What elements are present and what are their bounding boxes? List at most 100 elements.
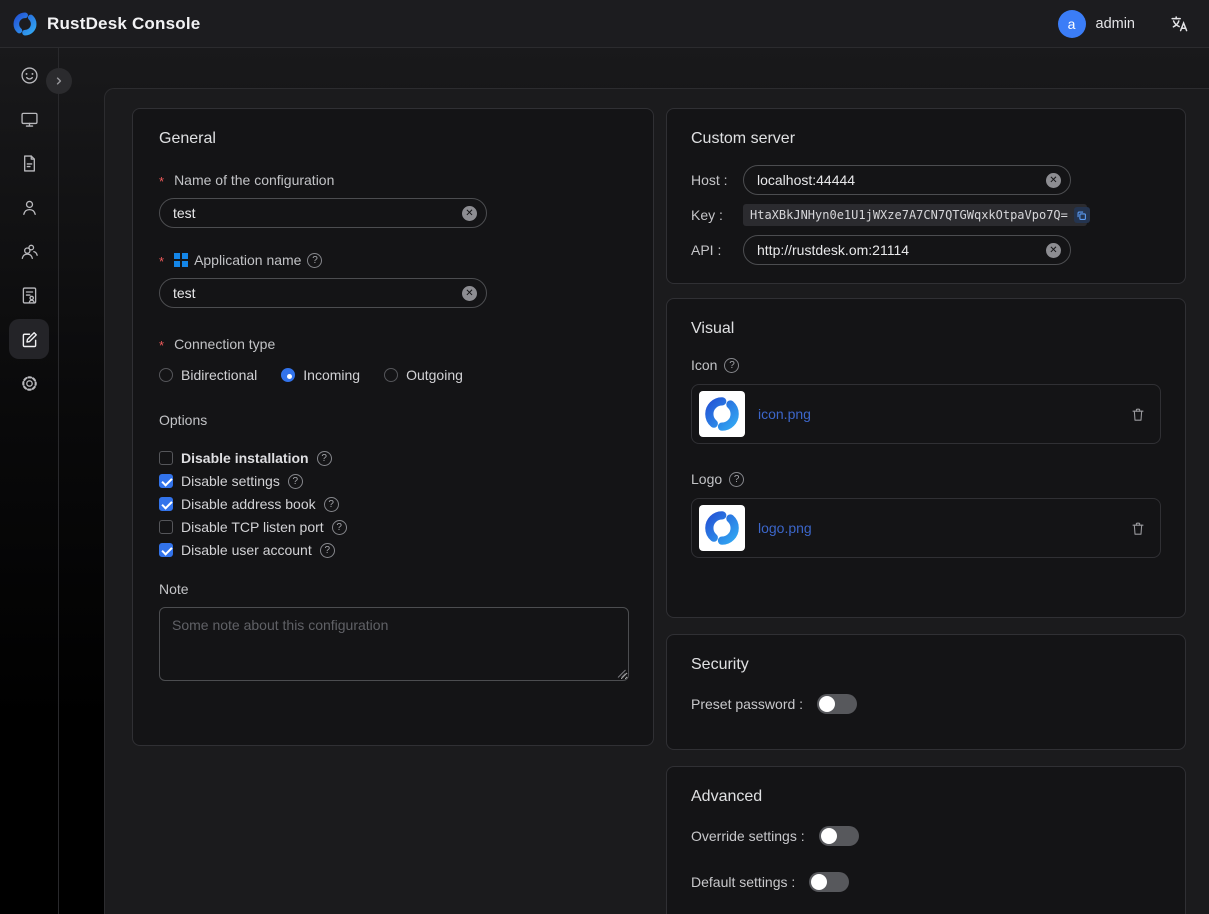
delete-icon-button[interactable]	[1130, 406, 1146, 423]
logo-filename-link[interactable]: logo.png	[758, 520, 812, 536]
advanced-title: Advanced	[691, 788, 1161, 806]
override-settings-label: Override settings :	[691, 828, 805, 844]
visual-card: Visual Icon ? icon.png	[666, 298, 1186, 618]
security-card: Security Preset password :	[666, 634, 1186, 750]
rustdesk-logo-icon	[12, 11, 38, 37]
radio-incoming[interactable]: Incoming	[281, 367, 360, 383]
help-icon[interactable]: ?	[332, 520, 347, 535]
smiley-icon	[19, 65, 40, 86]
general-card-title: General	[159, 130, 627, 148]
copy-key-button[interactable]	[1074, 207, 1090, 223]
help-icon[interactable]: ?	[724, 358, 739, 373]
radio-dot[interactable]	[384, 368, 398, 382]
content-panel: General Name of the configuration ✕ Appl…	[104, 88, 1209, 914]
connection-type-label: Connection type	[159, 336, 627, 352]
general-card: General Name of the configuration ✕ Appl…	[132, 108, 654, 746]
user-name: admin	[1096, 16, 1136, 32]
checkbox-disable-settings[interactable]: Disable settings ?	[159, 473, 627, 489]
sidebar-expand-button[interactable]	[46, 68, 72, 94]
api-input-field[interactable]	[757, 242, 1040, 258]
key-label: Key :	[691, 207, 743, 223]
clear-icon[interactable]: ✕	[462, 206, 477, 221]
sidebar-item-settings[interactable]	[9, 363, 49, 403]
advanced-card: Advanced Override settings : Default set…	[666, 766, 1186, 914]
application-name-input-field[interactable]	[173, 285, 456, 301]
icon-upload-row: icon.png	[691, 384, 1161, 444]
preset-password-toggle[interactable]	[817, 694, 857, 714]
user-menu[interactable]: a admin	[1058, 10, 1136, 38]
checkbox[interactable]	[159, 543, 173, 557]
host-input-field[interactable]	[757, 172, 1040, 188]
name-input-field[interactable]	[173, 205, 456, 221]
custom-server-card: Custom server Host : ✕ Key : HtaXBkJNHyn…	[666, 108, 1186, 284]
note-label: Note	[159, 581, 627, 597]
sidebar-item-custom-client[interactable]	[9, 319, 49, 359]
checkbox[interactable]	[159, 451, 173, 465]
checkbox-disable-user-account[interactable]: Disable user account ?	[159, 542, 627, 558]
logo-upload-row: logo.png	[691, 498, 1161, 558]
windows-logo-icon	[174, 253, 188, 267]
clear-icon[interactable]: ✕	[462, 286, 477, 301]
user-icon	[19, 197, 40, 218]
help-icon[interactable]: ?	[288, 474, 303, 489]
custom-server-title: Custom server	[691, 130, 1161, 148]
note-textarea[interactable]	[159, 607, 629, 681]
radio-bidirectional[interactable]: Bidirectional	[159, 367, 257, 383]
help-icon[interactable]: ?	[729, 472, 744, 487]
clear-icon[interactable]: ✕	[1046, 243, 1061, 258]
trash-icon	[1130, 406, 1146, 423]
delete-logo-button[interactable]	[1130, 520, 1146, 537]
api-label: API :	[691, 242, 743, 258]
checkbox[interactable]	[159, 497, 173, 511]
server-key-value: HtaXBkJNHyn0e1U1jWXze7A7CN7QTGWqxkOtpaVp…	[743, 204, 1087, 226]
default-settings-toggle[interactable]	[809, 872, 849, 892]
help-icon[interactable]: ?	[307, 253, 322, 268]
security-title: Security	[691, 656, 1161, 674]
host-input[interactable]: ✕	[743, 165, 1071, 195]
audit-document-icon	[19, 285, 40, 306]
host-label: Host :	[691, 172, 743, 188]
avatar[interactable]: a	[1058, 10, 1086, 38]
rustdesk-logo-icon	[703, 509, 741, 547]
app-header: RustDesk Console a admin	[0, 0, 1209, 48]
visual-title: Visual	[691, 320, 1161, 338]
checkbox-disable-tcp-listen-port[interactable]: Disable TCP listen port ?	[159, 519, 627, 535]
radio-dot[interactable]	[159, 368, 173, 382]
sidebar	[0, 48, 59, 914]
icon-thumbnail	[699, 391, 745, 437]
sidebar-item-documents[interactable]	[9, 143, 49, 183]
language-switch-button[interactable]	[1169, 14, 1189, 34]
gear-icon	[19, 373, 40, 394]
help-icon[interactable]: ?	[320, 543, 335, 558]
sidebar-item-welcome[interactable]	[9, 55, 49, 95]
checkbox-disable-address-book[interactable]: Disable address book ?	[159, 496, 627, 512]
help-icon[interactable]: ?	[324, 497, 339, 512]
checkbox[interactable]	[159, 474, 173, 488]
application-name-label: Application name ?	[159, 252, 627, 268]
monitor-icon	[19, 109, 40, 130]
name-field-label: Name of the configuration	[159, 172, 627, 188]
sidebar-item-devices[interactable]	[9, 99, 49, 139]
sidebar-item-groups[interactable]	[9, 231, 49, 271]
checkbox[interactable]	[159, 520, 173, 534]
sidebar-item-audit[interactable]	[9, 275, 49, 315]
application-name-input[interactable]: ✕	[159, 278, 487, 308]
brand: RustDesk Console	[12, 11, 200, 37]
radio-dot[interactable]	[281, 368, 295, 382]
logo-thumbnail	[699, 505, 745, 551]
server-key-text: HtaXBkJNHyn0e1U1jWXze7A7CN7QTGWqxkOtpaVp…	[750, 208, 1068, 222]
name-input[interactable]: ✕	[159, 198, 487, 228]
users-icon	[19, 241, 40, 262]
connection-type-radio-group: Bidirectional Incoming Outgoing	[159, 367, 627, 383]
help-icon[interactable]: ?	[317, 451, 332, 466]
document-icon	[19, 153, 40, 174]
default-settings-label: Default settings :	[691, 874, 795, 890]
radio-outgoing[interactable]: Outgoing	[384, 367, 463, 383]
override-settings-toggle[interactable]	[819, 826, 859, 846]
checkbox-disable-installation[interactable]: Disable installation ?	[159, 450, 627, 466]
icon-filename-link[interactable]: icon.png	[758, 406, 811, 422]
edit-icon	[19, 329, 40, 350]
clear-icon[interactable]: ✕	[1046, 173, 1061, 188]
api-input[interactable]: ✕	[743, 235, 1071, 265]
sidebar-item-users[interactable]	[9, 187, 49, 227]
